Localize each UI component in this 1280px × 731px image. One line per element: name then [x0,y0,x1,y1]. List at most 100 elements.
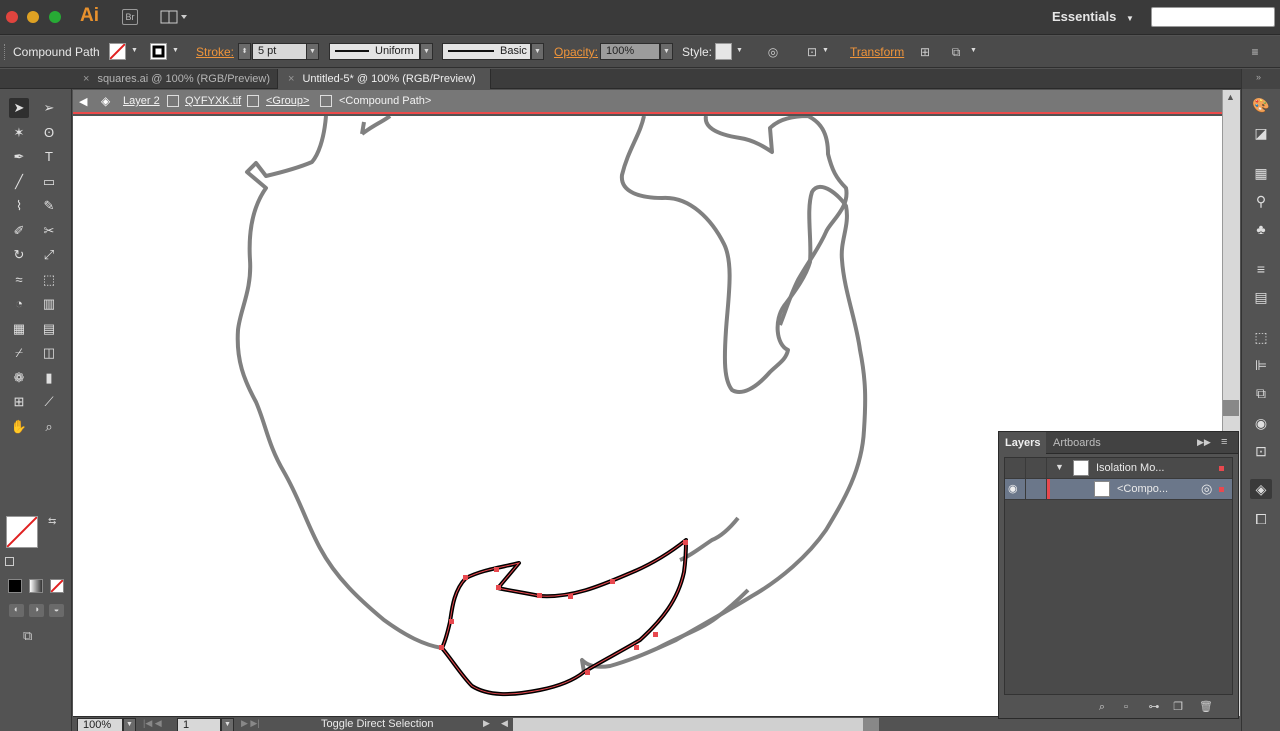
tab-squares[interactable]: × squares.ai @ 100% (RGB/Preview) [73,69,278,89]
type-icon[interactable]: T [39,147,59,167]
stroke-swatch[interactable] [150,43,167,60]
new-layer-icon[interactable]: ❐ [1171,700,1185,714]
blob-brush-icon[interactable]: ✐ [9,221,29,241]
locate-object-icon[interactable]: ⌕ [1095,700,1109,714]
arrange-options-dropdown[interactable]: ▼ [967,43,980,60]
artboards-panel-icon[interactable]: ⧠ [1250,509,1272,529]
zoom-icon[interactable]: ⌕ [39,417,59,437]
color-panel-icon[interactable]: 🎨 [1250,95,1272,115]
scroll-up-arrow-icon[interactable]: ▲ [1226,92,1235,102]
anchor-point[interactable] [653,632,658,637]
mesh-icon[interactable]: ▦ [9,319,29,339]
blend-icon[interactable]: ◫ [39,343,59,363]
search-help-input[interactable] [1151,7,1275,27]
anchor-point[interactable] [585,670,590,675]
first-artboard-icon[interactable]: |◀ ◀ [143,718,162,729]
back-arrow-icon[interactable]: ◀ [79,95,87,108]
symbols-panel-icon[interactable]: ♣ [1250,219,1272,239]
collapse-panel-icon[interactable]: ▶▶ [1197,437,1211,448]
brushes-panel-icon[interactable]: ⚲ [1250,191,1272,211]
anchor-point[interactable] [463,575,468,580]
anchor-point[interactable] [537,593,542,598]
pen-icon[interactable]: ✒ [9,147,29,167]
shape-builder-icon[interactable]: ◔ [9,294,29,314]
screen-mode-icon[interactable]: ⧉ [23,628,45,644]
window-minimize-button[interactable] [27,11,39,23]
stroke-dropdown-arrow[interactable]: ▼ [169,43,182,60]
paintbrush-icon[interactable]: ⌇ [9,196,29,216]
isolate-selected-icon[interactable]: ⊞ [918,45,932,59]
opacity-dropdown[interactable]: ▼ [660,43,673,60]
brush-dropdown[interactable]: ▼ [531,43,544,60]
brush-definition[interactable]: Basic [442,43,531,60]
symbol-sprayer-icon[interactable]: ❁ [9,368,29,388]
panel-menu-icon[interactable]: ≡ [1248,45,1262,59]
stroke-panel-icon[interactable]: ≡ [1250,259,1272,279]
layer-row[interactable]: ▼ Isolation Mo... [1005,458,1232,479]
anchor-point[interactable] [496,585,501,590]
scissors-icon[interactable]: ✂ [39,221,59,241]
graphic-style-dropdown[interactable]: ▼ [733,43,746,60]
artboard-number-field[interactable]: 1 [177,718,221,731]
layer-row[interactable]: ◉ <Compo... ◎ [1005,479,1232,500]
graphic-styles-panel-icon[interactable]: ⊡ [1250,441,1272,461]
tab-artboards[interactable]: Artboards [1047,432,1107,454]
appearance-panel-icon[interactable]: ◉ [1250,413,1272,433]
selection-tool-icon[interactable]: ➤ [9,98,29,118]
stroke-weight-stepper[interactable]: ⬍ [238,43,251,60]
color-mode-icon[interactable] [8,579,22,593]
layer-name[interactable]: Isolation Mo... [1096,462,1164,474]
breadcrumb-group[interactable]: <Group> [266,95,309,107]
scroll-left-arrow-icon[interactable]: ◀ [501,718,508,729]
draw-behind-icon[interactable]: ◑ [29,604,44,617]
visibility-toggle[interactable] [1005,458,1026,478]
transform-panel-icon[interactable]: ⬚ [1250,327,1272,347]
zoom-field[interactable]: 100% [77,718,123,731]
eyedropper-icon[interactable]: ⌿ [9,343,29,363]
free-transform-icon[interactable]: ⬚ [39,270,59,290]
gradient-icon[interactable]: ▤ [39,319,59,339]
vertical-scroll-thumb[interactable] [1223,400,1239,416]
trash-icon[interactable]: 🗑 [1199,700,1213,714]
close-tab-icon[interactable]: × [83,73,89,85]
stroke-panel-link[interactable]: Stroke: [196,45,234,59]
swatches-panel-icon[interactable]: ▦ [1250,163,1272,183]
hand-icon[interactable]: ✋ [9,417,29,437]
window-close-button[interactable] [6,11,18,23]
line-icon[interactable]: ╱ [9,172,29,192]
color-guide-icon[interactable]: ◪ [1250,123,1272,143]
rectangle-icon[interactable]: ▭ [39,172,59,192]
selected-compound-path[interactable] [440,538,688,697]
selection-indicator[interactable] [1219,466,1224,471]
layers-panel-icon[interactable]: ◈ [1250,479,1272,499]
profile-dropdown[interactable]: ▼ [420,43,433,60]
arrange-documents-button[interactable] [160,9,188,25]
status-menu-arrow-icon[interactable]: ▶ [483,718,490,729]
graph-icon[interactable]: ▥ [39,294,59,314]
workspace-switcher[interactable]: Essentials ▼ [1052,9,1134,24]
swap-fill-stroke-icon[interactable]: ⇆ [48,516,56,527]
align-options-dropdown[interactable]: ▼ [819,43,832,60]
visibility-toggle[interactable]: ◉ [1005,479,1026,499]
recolor-artwork-icon[interactable]: ◎ [766,45,780,59]
tab-untitled-5[interactable]: × Untitled-5* @ 100% (RGB/Preview) [278,69,491,89]
selection-indicator[interactable] [1219,487,1224,492]
direct-selection-tool-icon[interactable]: ➢ [39,98,59,118]
lasso-icon[interactable]: ʘ [39,123,59,143]
panel-menu-icon[interactable]: ≡ [1221,436,1227,448]
tab-layers[interactable]: Layers [999,432,1047,454]
breadcrumb-image[interactable]: QYFYXK.tif [185,95,241,107]
default-colors-icon[interactable] [5,557,14,566]
stroke-weight-field[interactable]: 5 pt [252,43,308,60]
slice-icon[interactable]: ⟋ [39,392,59,412]
scale-icon[interactable]: ⤢ [39,245,59,265]
lock-toggle[interactable] [1026,458,1047,478]
close-tab-icon[interactable]: × [288,73,294,85]
align-options-icon[interactable]: ⊡ [805,45,819,59]
next-artboard-icon[interactable]: ▶ ▶| [241,718,260,729]
anchor-point[interactable] [568,594,573,599]
anchor-point[interactable] [610,579,615,584]
anchor-point[interactable] [439,645,444,650]
disclosure-triangle-icon[interactable]: ▼ [1055,462,1064,472]
graphic-style-swatch[interactable] [715,43,732,60]
